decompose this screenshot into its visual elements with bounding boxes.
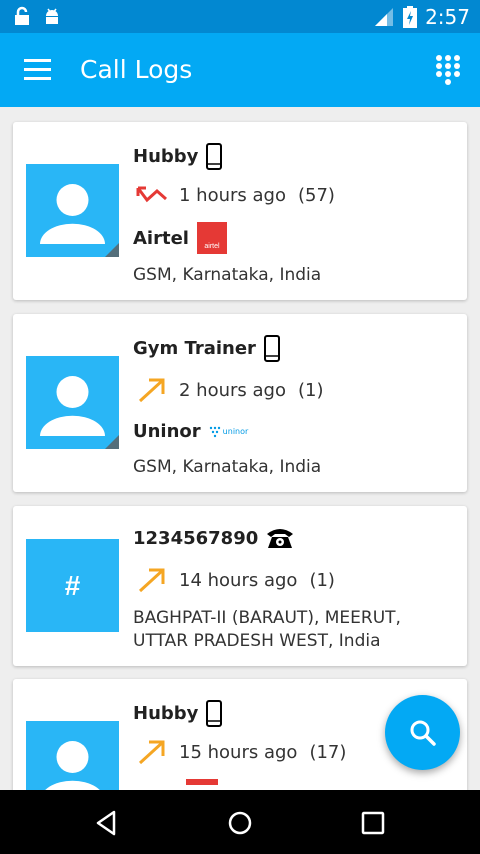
airtel-logo: airtel — [196, 222, 227, 254]
app-bar: Call Logs — [0, 33, 480, 107]
landline-phone-icon — [267, 529, 294, 548]
search-icon — [410, 720, 436, 746]
home-icon[interactable] — [225, 808, 255, 838]
signal-icon — [375, 8, 394, 26]
call-location: GSM, Karnataka, India — [133, 265, 322, 285]
call-count: (1) — [309, 569, 335, 591]
search-button[interactable] — [385, 695, 460, 770]
call-log-item[interactable]: Gym Trainer 2 hours ago (1) Uninor unino… — [13, 314, 467, 492]
call-count: (1) — [297, 379, 324, 401]
status-bar: 2:57 — [0, 0, 480, 33]
contact-name: Gym Trainer — [133, 338, 256, 359]
contact-name: Hubby — [133, 146, 199, 167]
call-time-ago: 2 hours ago — [179, 379, 286, 401]
outgoing-call-icon — [138, 740, 165, 765]
call-time-ago: 15 hours ago — [179, 741, 298, 763]
contact-avatar[interactable] — [26, 164, 119, 257]
lock-icon — [15, 6, 29, 25]
call-location: BAGHPAT-II (BARAUT), MEERUT, UTTAR PRADE… — [133, 608, 401, 651]
missed-call-icon — [136, 186, 167, 203]
call-time-ago: 1 hours ago — [179, 184, 286, 206]
call-time-ago: 14 hours ago — [179, 569, 298, 591]
page-title: Call Logs — [80, 55, 193, 84]
contact-avatar[interactable] — [26, 721, 119, 790]
mobile-phone-icon — [263, 335, 280, 362]
number-avatar[interactable]: # — [26, 539, 119, 632]
call-log-item[interactable]: # 1234567890 14 hours ago (1) BAGHPAT-II… — [13, 506, 467, 666]
menu-icon[interactable] — [24, 59, 51, 81]
dialpad-icon[interactable] — [435, 54, 461, 86]
call-log-item[interactable]: Hubby 1 hours ago (57) Airtel airtel GSM… — [13, 122, 467, 300]
mobile-phone-icon — [206, 143, 223, 170]
call-count: (17) — [309, 741, 347, 763]
call-location: GSM, Karnataka, India — [133, 457, 322, 477]
status-time: 2:57 — [425, 5, 470, 29]
contact-avatar[interactable] — [26, 356, 119, 449]
outgoing-call-icon — [138, 378, 165, 403]
uninor-logo: uninor — [209, 426, 248, 438]
android-icon — [46, 8, 58, 24]
contact-number: 1234567890 — [133, 527, 259, 549]
contact-name: Hubby — [133, 703, 199, 724]
mobile-phone-icon — [206, 700, 223, 727]
call-count: (57) — [297, 184, 335, 206]
operator-name: Airtel — [133, 227, 189, 249]
call-log-list[interactable]: Hubby 1 hours ago (57) Airtel airtel GSM… — [0, 107, 480, 790]
operator-name: Uninor — [133, 421, 201, 442]
outgoing-call-icon — [138, 568, 165, 593]
recents-icon[interactable] — [358, 808, 388, 838]
navigation-bar — [0, 790, 480, 854]
operator-logo-partial — [186, 779, 218, 785]
back-icon[interactable] — [92, 808, 122, 838]
battery-icon — [403, 6, 418, 28]
